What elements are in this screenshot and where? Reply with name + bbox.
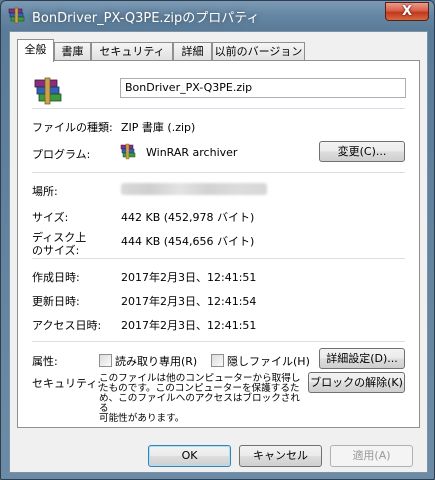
security-line: 可能性があります。 xyxy=(99,413,185,424)
location-label: 場所: xyxy=(32,185,58,198)
winrar-file-icon xyxy=(34,77,62,105)
attributes-label: 属性: xyxy=(32,355,58,368)
winrar-archive-icon xyxy=(8,7,25,24)
tab-security[interactable]: セキュリティ xyxy=(91,42,173,61)
modified-value: 2017年2月3日、12:41:54 xyxy=(121,295,257,308)
tab-details[interactable]: 詳細 xyxy=(173,42,212,61)
close-button[interactable]: X xyxy=(385,2,429,21)
unblock-button[interactable]: ブロックの解除(K) xyxy=(308,372,405,393)
separator xyxy=(32,258,405,259)
ok-button[interactable]: OK xyxy=(148,445,231,467)
size-value: 442 KB (452,978 バイト) xyxy=(121,211,255,224)
created-label: 作成日時: xyxy=(32,271,80,284)
hidden-checkbox[interactable] xyxy=(211,354,224,367)
dialog-client: 全般 書庫 セキュリティ 詳細 以前のバージョン BonDriver_PX-Q3… xyxy=(9,31,428,473)
security-line: め、このファイルへのアクセスはブロックされる xyxy=(99,393,300,414)
window-title: BonDriver_PX-Q3PE.zipのプロパティ xyxy=(32,11,260,26)
program-label: プログラム: xyxy=(32,148,91,161)
disk-size-value: 444 KB (454,656 バイト) xyxy=(121,235,255,248)
disk-size-label-line2: のサイズ: xyxy=(32,244,80,257)
cancel-button[interactable]: キャンセル xyxy=(239,445,322,467)
separator xyxy=(32,108,405,109)
winrar-program-icon xyxy=(120,143,136,160)
modified-label: 更新日時: xyxy=(32,295,80,308)
file-type-label: ファイルの種類: xyxy=(32,121,113,134)
apply-button[interactable]: 適用(A) xyxy=(330,445,413,467)
location-value-redacted xyxy=(121,183,267,195)
title-bar[interactable]: BonDriver_PX-Q3PE.zipのプロパティ X xyxy=(1,1,434,31)
advanced-attributes-button[interactable]: 詳細設定(D)... xyxy=(319,348,405,369)
tab-archive[interactable]: 書庫 xyxy=(54,42,91,61)
file-name-field[interactable]: BonDriver_PX-Q3PE.zip xyxy=(120,78,406,98)
general-panel: BonDriver_PX-Q3PE.zip ファイルの種類: ZIP 書庫 (.… xyxy=(17,60,420,428)
readonly-label[interactable]: 読み取り専用(R) xyxy=(115,353,197,369)
size-label: サイズ: xyxy=(32,211,69,224)
accessed-label: アクセス日時: xyxy=(32,319,102,332)
security-label: セキュリティ: xyxy=(32,377,102,390)
close-icon: X xyxy=(401,4,413,19)
readonly-checkbox[interactable] xyxy=(99,354,112,367)
properties-window: BonDriver_PX-Q3PE.zipのプロパティ X 全般 書庫 セキュリ… xyxy=(0,0,435,480)
accessed-value: 2017年2月3日、12:41:51 xyxy=(121,319,257,332)
hidden-label[interactable]: 隠しファイル(H) xyxy=(227,353,310,369)
change-program-button[interactable]: 変更(C)... xyxy=(319,141,405,162)
separator xyxy=(32,172,405,173)
created-value: 2017年2月3日、12:41:51 xyxy=(121,271,257,284)
separator xyxy=(32,341,405,342)
tab-general[interactable]: 全般 xyxy=(17,39,54,62)
tab-previous-versions[interactable]: 以前のバージョン xyxy=(212,42,305,61)
security-message: このファイルは他のコンピューターから取得し たものです。このコンピューターを保護… xyxy=(99,374,304,424)
program-value: WinRAR archiver xyxy=(146,146,238,159)
file-type-value: ZIP 書庫 (.zip) xyxy=(121,121,196,134)
